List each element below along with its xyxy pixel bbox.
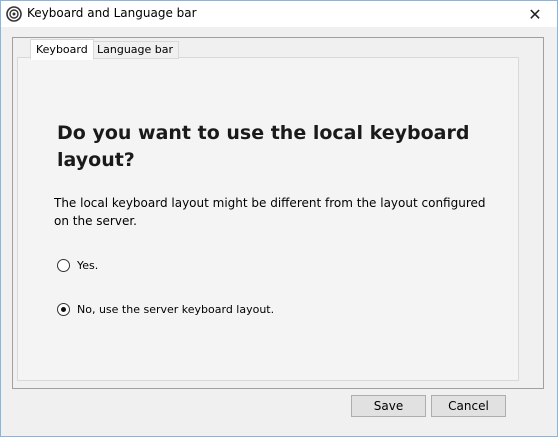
title-bar[interactable]: Keyboard and Language bar ✕ [1, 1, 557, 27]
remote-desktop-icon [6, 6, 22, 22]
close-button[interactable]: ✕ [513, 1, 557, 27]
window-title: Keyboard and Language bar [27, 6, 197, 20]
tab-keyboard[interactable]: Keyboard [30, 39, 94, 60]
radio-option-no[interactable]: No, use the server keyboard layout. [57, 303, 274, 316]
save-button[interactable]: Save [351, 395, 426, 417]
radio-button-no[interactable] [57, 303, 70, 316]
radio-button-yes[interactable] [57, 259, 70, 272]
page-heading: Do you want to use the local keyboard la… [57, 122, 470, 171]
radio-option-yes[interactable]: Yes. [57, 259, 98, 272]
close-icon: ✕ [528, 4, 542, 24]
cancel-button[interactable]: Cancel [431, 395, 506, 417]
description-text: The local keyboard layout might be diffe… [54, 196, 486, 228]
radio-label-no: No, use the server keyboard layout. [77, 303, 275, 316]
tab-language-bar[interactable]: Language bar [91, 41, 180, 59]
radio-label-yes: Yes. [77, 259, 99, 272]
